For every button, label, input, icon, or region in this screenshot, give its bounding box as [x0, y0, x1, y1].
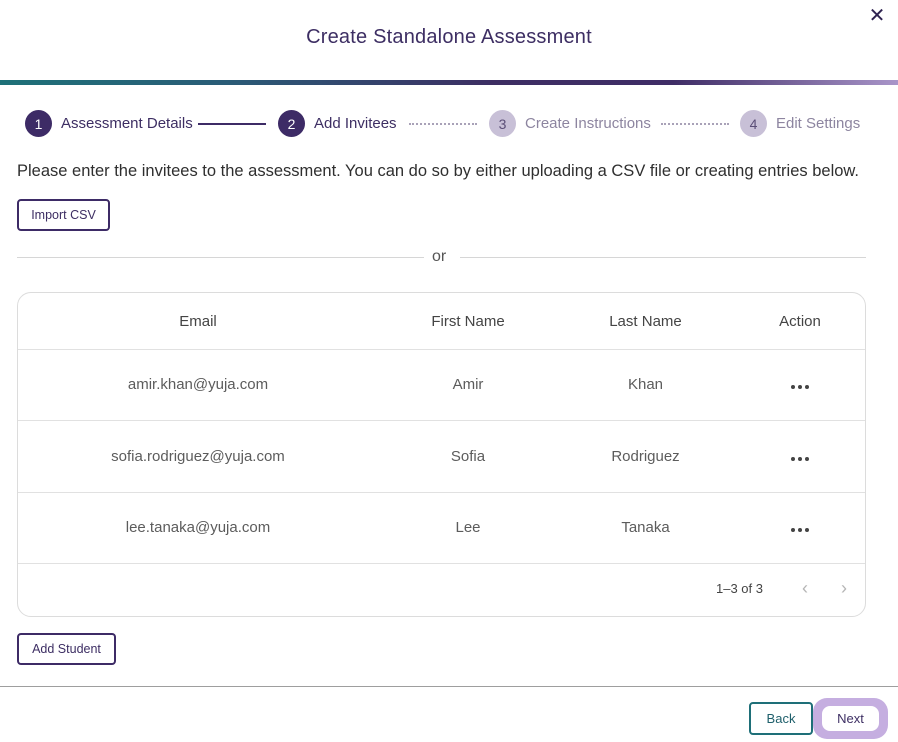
- header-last-name: Last Name: [609, 312, 682, 330]
- row-last-name: Tanaka: [621, 519, 670, 536]
- header-gradient-bar: [0, 80, 898, 85]
- step-label: Add Invitees: [314, 115, 397, 132]
- table-row: sofia.rodriguez@yuja.com Sofia Rodriguez: [18, 421, 865, 493]
- back-button[interactable]: Back: [749, 702, 813, 735]
- next-button[interactable]: Next: [822, 706, 879, 731]
- step-create-instructions[interactable]: 3 Create Instructions: [489, 110, 651, 137]
- or-separator: or: [432, 248, 447, 265]
- step-connector-2: [409, 123, 477, 125]
- step-label: Edit Settings: [776, 115, 861, 132]
- step-number: 4: [740, 110, 767, 137]
- table-row: amir.khan@yuja.com Amir Khan: [18, 349, 865, 421]
- invitees-table: Email First Name Last Name Action amir.k…: [17, 292, 866, 617]
- pagination-range: 1–3 of 3: [716, 581, 763, 596]
- row-first-name: Lee: [455, 519, 481, 536]
- footer-divider: [0, 686, 898, 687]
- step-label: Create Instructions: [525, 115, 651, 132]
- table-row: lee.tanaka@yuja.com Lee Tanaka: [18, 492, 865, 564]
- step-number: 3: [489, 110, 516, 137]
- row-action: [733, 376, 865, 393]
- divider-left: [17, 257, 424, 258]
- close-icon[interactable]: ✕: [866, 4, 888, 27]
- header-email: Email: [179, 312, 217, 330]
- step-connector-1: [198, 123, 266, 125]
- import-csv-button[interactable]: Import CSV: [17, 199, 110, 231]
- step-edit-settings[interactable]: 4 Edit Settings: [740, 110, 860, 137]
- table-header-row: Email First Name Last Name Action: [18, 293, 865, 350]
- stepper: 1 Assessment Details 2 Add Invitees 3 Cr…: [25, 110, 875, 138]
- step-connector-3: [661, 123, 729, 125]
- row-last-name: Khan: [627, 376, 664, 393]
- step-label: Assessment Details: [61, 115, 193, 132]
- next-button-focus-ring: Next: [813, 698, 888, 739]
- header-action: Action: [779, 312, 821, 330]
- more-options-icon[interactable]: [791, 457, 809, 461]
- row-email: lee.tanaka@yuja.com: [125, 519, 271, 536]
- row-email: sofia.rodriguez@yuja.com: [111, 448, 285, 465]
- step-assessment-details[interactable]: 1 Assessment Details: [25, 110, 193, 137]
- row-first-name: Amir: [452, 376, 484, 393]
- table-pagination: 1–3 of 3 ‹ ›: [18, 564, 865, 616]
- step-add-invitees[interactable]: 2 Add Invitees: [278, 110, 397, 137]
- header-first-name: First Name: [431, 312, 505, 330]
- row-last-name: Rodriguez: [611, 448, 680, 465]
- row-first-name: Sofia: [450, 448, 486, 465]
- more-options-icon[interactable]: [791, 528, 809, 532]
- add-student-button[interactable]: Add Student: [17, 633, 116, 665]
- step-number: 2: [278, 110, 305, 137]
- chevron-right-icon[interactable]: ›: [833, 577, 855, 599]
- intro-text: Please enter the invitees to the assessm…: [17, 162, 860, 180]
- row-email: amir.khan@yuja.com: [127, 376, 269, 393]
- step-number: 1: [25, 110, 52, 137]
- row-action: [733, 519, 865, 536]
- chevron-left-icon[interactable]: ‹: [794, 577, 816, 599]
- row-action: [733, 448, 865, 465]
- more-options-icon[interactable]: [791, 385, 809, 389]
- dialog-title: Create Standalone Assessment: [306, 26, 592, 48]
- divider-right: [460, 257, 866, 258]
